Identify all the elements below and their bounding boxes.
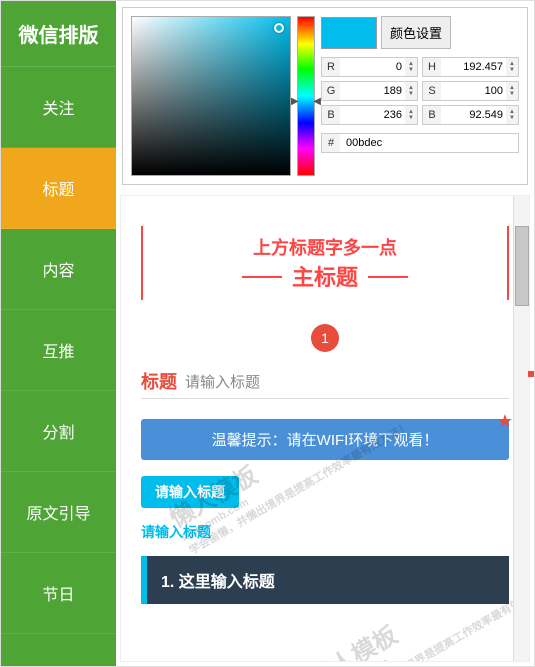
picker-cursor-icon[interactable] bbox=[274, 23, 284, 33]
spinner-icon[interactable]: ▲▼ bbox=[506, 109, 518, 121]
s-input[interactable] bbox=[441, 82, 506, 100]
sidebar-item-content[interactable]: 内容 bbox=[1, 229, 116, 310]
color-settings-button[interactable]: 颜色设置 bbox=[381, 16, 451, 49]
spinner-icon[interactable]: ▲▼ bbox=[405, 85, 417, 97]
main-panel: ▶◀ 颜色设置 R ▲▼ H ▲▼ bbox=[116, 1, 534, 666]
hue-arrow-left-icon: ▶ bbox=[291, 96, 299, 107]
sidebar-header: 微信排版 bbox=[1, 1, 116, 67]
b-input-row: B ▲▼ bbox=[321, 105, 418, 125]
br-input-row: B ▲▼ bbox=[422, 105, 519, 125]
cyan-button-template[interactable]: 请输入标题 bbox=[141, 476, 239, 508]
hue-arrow-right-icon: ◀ bbox=[313, 96, 321, 107]
hex-input-row: # bbox=[321, 133, 519, 153]
dark-title-template[interactable]: 1. 这里输入标题 bbox=[141, 556, 509, 604]
spinner-icon[interactable]: ▲▼ bbox=[506, 85, 518, 97]
sidebar-item-follow[interactable]: 关注 bbox=[1, 67, 116, 148]
cyan-text-template[interactable]: 请输入标题 bbox=[141, 522, 509, 542]
content-scroll[interactable]: 上方标题字多一点 主标题 1 标题 请输入标题 温馨提示：请在WIFI环境下观看… bbox=[121, 196, 529, 661]
color-swatch bbox=[321, 17, 377, 49]
spinner-icon[interactable]: ▲▼ bbox=[405, 61, 417, 73]
s-input-row: S ▲▼ bbox=[422, 81, 519, 101]
h-input-row: H ▲▼ bbox=[422, 57, 519, 77]
number-badge[interactable]: 1 bbox=[311, 324, 339, 352]
marker-icon bbox=[528, 371, 534, 377]
hue-slider[interactable]: ▶◀ bbox=[297, 16, 315, 176]
g-input-row: G ▲▼ bbox=[321, 81, 418, 101]
scrollbar-thumb[interactable] bbox=[515, 226, 529, 306]
r-input[interactable] bbox=[340, 58, 405, 76]
scrollbar[interactable] bbox=[513, 196, 529, 661]
sidebar-item-festival[interactable]: 节日 bbox=[1, 553, 116, 634]
sidebar-item-guide[interactable]: 原文引导 bbox=[1, 472, 116, 553]
br-input[interactable] bbox=[441, 106, 506, 124]
h-input[interactable] bbox=[441, 58, 506, 76]
title-template-1[interactable]: 上方标题字多一点 主标题 bbox=[141, 226, 509, 300]
sidebar-item-divider[interactable]: 分割 bbox=[1, 391, 116, 472]
b-input[interactable] bbox=[340, 106, 405, 124]
hex-input[interactable] bbox=[340, 134, 518, 152]
spinner-icon[interactable]: ▲▼ bbox=[405, 109, 417, 121]
title-template-2[interactable]: 标题 请输入标题 bbox=[141, 368, 509, 399]
spinner-icon[interactable]: ▲▼ bbox=[506, 61, 518, 73]
sidebar: 微信排版 关注 标题 内容 互推 分割 原文引导 节日 bbox=[1, 1, 116, 666]
saturation-picker[interactable] bbox=[131, 16, 291, 176]
sidebar-item-title[interactable]: 标题 bbox=[1, 148, 116, 229]
color-picker-panel: ▶◀ 颜色设置 R ▲▼ H ▲▼ bbox=[122, 7, 528, 185]
g-input[interactable] bbox=[340, 82, 405, 100]
star-icon: ★ bbox=[497, 411, 513, 432]
sidebar-item-mutual[interactable]: 互推 bbox=[1, 310, 116, 391]
tip-banner[interactable]: 温馨提示：请在WIFI环境下观看！ ★ bbox=[141, 419, 509, 460]
r-input-row: R ▲▼ bbox=[321, 57, 418, 77]
content-area: 上方标题字多一点 主标题 1 标题 请输入标题 温馨提示：请在WIFI环境下观看… bbox=[120, 195, 530, 662]
